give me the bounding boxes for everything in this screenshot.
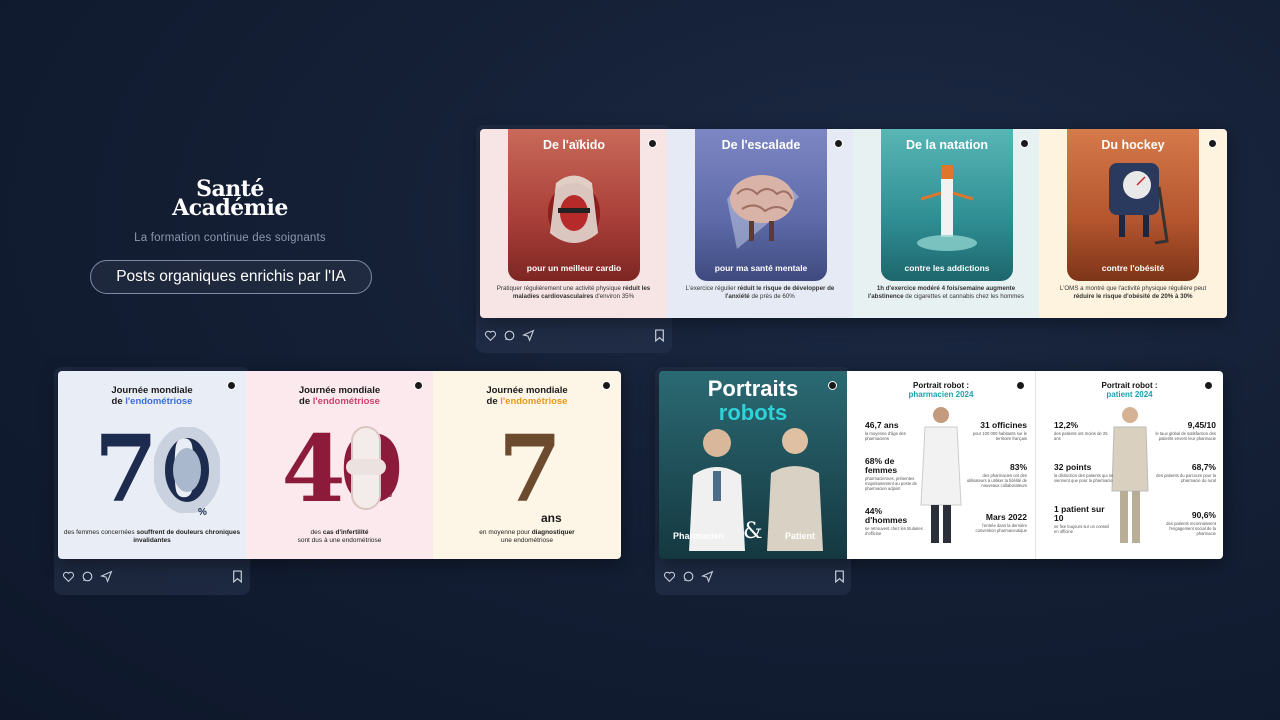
brand-block: Santé Académie La formation continue des…: [100, 178, 360, 244]
post-actions: [62, 570, 113, 583]
slide-hockey: Du hockey contre l'obésité L'OMS a montr…: [1039, 129, 1227, 318]
logo-line-2: Académie: [172, 195, 288, 221]
comment-icon[interactable]: [81, 570, 94, 583]
carousel-sport[interactable]: De l'aïkido pour un meilleur cardio Prat…: [480, 129, 1227, 318]
comment-icon[interactable]: [682, 570, 695, 583]
stat-left-3: 1 patient sur 10 se fixe toujours sur un …: [1054, 504, 1110, 535]
slide-description: des femmes concernées souffrent de doule…: [63, 529, 241, 544]
tagline: La formation continue des soignants: [134, 232, 326, 244]
brand-badge-icon: [1020, 139, 1029, 148]
slide-title: Journée mondiale de l'endométriose: [298, 385, 381, 407]
carousel-endometriosis[interactable]: Journée mondiale de l'endométriose 70 % …: [58, 371, 621, 559]
slide-title: De la natation: [906, 138, 988, 152]
stat-right-2: 68,7% des patients du parcours pour la ph…: [1156, 462, 1216, 484]
slide-subtitle: pour un meilleur cardio: [526, 263, 622, 273]
slide-card: De l'escalade pour ma santé mentale: [695, 129, 827, 281]
stat-right-2: 83% des pharmacies ont des utilisateurs à…: [966, 462, 1027, 489]
share-send-icon[interactable]: [700, 570, 714, 583]
stat-left-3: 44% d'hommes se retrouvent chez les titul…: [865, 506, 923, 537]
slide-natation: De la natation contre les addictions 1h …: [853, 129, 1039, 318]
like-heart-icon[interactable]: [62, 570, 75, 583]
post-actions: [484, 329, 535, 342]
slide-description: L'exercice régulier réduit le risque de …: [685, 285, 835, 300]
brand-badge-icon: [227, 381, 236, 390]
bookmark-icon[interactable]: [654, 329, 665, 343]
big-stat-number: 40: [281, 415, 403, 523]
section-pill: Posts organiques enrichis par l'IA: [90, 260, 372, 294]
slide-portraits-cover: Portraits robots Pharmacien & Patient: [659, 371, 847, 559]
heart-judoka-illustration: [548, 175, 600, 243]
carousel-portraits[interactable]: Portraits robots Pharmacien & Patient Po…: [659, 371, 1223, 559]
share-send-icon[interactable]: [99, 570, 113, 583]
cigarette-swimmer-illustration: [917, 165, 977, 251]
stat-left-1: 12,2% des patients ont moins de 25 ans: [1054, 420, 1108, 442]
slide-card: Du hockey contre l'obésité: [1067, 129, 1199, 281]
brand-badge-icon: [414, 381, 423, 390]
slide-portrait-patient: Portrait robot : patient 2024 12,2% des p…: [1035, 371, 1223, 559]
stat-right-3: 90,6% des patients reconnaissent l'engage…: [1166, 510, 1216, 537]
brand-badge-icon: [828, 381, 837, 390]
stat-unit: %: [384, 489, 393, 499]
post-actions: [663, 570, 714, 583]
slide-title: Portrait robot : patient 2024: [1101, 381, 1158, 399]
comment-icon[interactable]: [503, 329, 516, 342]
slide-title: Du hockey: [1101, 138, 1165, 152]
sanitary-pad-illustration: [346, 426, 386, 510]
slide-title: De l'aïkido: [542, 138, 606, 152]
slide-description: 1h d'exercice modéré 4 fois/semaine augm…: [868, 285, 1024, 300]
slide-endo-7: Journée mondiale de l'endométriose 7 ans…: [433, 371, 621, 559]
like-heart-icon[interactable]: [484, 329, 497, 342]
cover-right-label: Patient: [785, 531, 816, 541]
brain-climber-illustration: [727, 175, 799, 249]
slide-description: des cas d'infertilité sont dus à une endo…: [297, 529, 382, 544]
like-heart-icon[interactable]: [663, 570, 676, 583]
slide-description: en moyenne pour diagnostiquer une endomét…: [479, 529, 575, 544]
scale-hockey-illustration: [1109, 163, 1169, 245]
share-send-icon[interactable]: [521, 329, 535, 342]
slide-title: Portrait robot : pharmacien 2024: [908, 381, 974, 399]
slide-subtitle: pour ma santé mentale: [714, 263, 808, 273]
mri-scanner-illustration: [154, 427, 220, 513]
slide-description: Pratiquer régulièrement une activité phy…: [496, 285, 651, 300]
cover-left-label: Pharmacien: [673, 531, 725, 541]
brand-badge-icon: [1204, 381, 1213, 390]
stat-right-1: 9,45/10 le taux global de satisfaction de…: [1155, 420, 1216, 442]
slide-title: Journée mondiale de l'endométriose: [111, 385, 193, 407]
stat-left-1: 46,7 ans la moyenne d'âge des pharmaciens: [865, 420, 906, 442]
slide-subtitle: contre l'obésité: [1101, 263, 1165, 273]
brand-badge-icon: [602, 381, 611, 390]
brand-badge-icon: [648, 139, 657, 148]
brand-badge-icon: [834, 139, 843, 148]
stat-unit: %: [198, 507, 207, 518]
slide-title: Journée mondiale de l'endométriose: [486, 385, 568, 407]
brand-badge-icon: [1016, 381, 1025, 390]
slide-escalade: De l'escalade pour ma santé mentale L'ex…: [667, 129, 853, 318]
stat-right-3: Mars 2022 l'entrée dans la dernière conve…: [975, 512, 1027, 534]
slide-aikido: De l'aïkido pour un meilleur cardio Prat…: [480, 129, 667, 318]
stat-left-2: 32 points la distinction des patients qui…: [1054, 462, 1114, 484]
stat-right-1: 31 officines pour 100 000 habitants sur l…: [972, 420, 1027, 442]
slide-card: De la natation contre les addictions: [881, 129, 1013, 281]
bookmark-icon[interactable]: [834, 570, 845, 584]
slide-endo-40: Journée mondiale de l'endométriose 40 % …: [246, 371, 433, 559]
cover-ampersand: &: [743, 519, 763, 544]
slide-card: De l'aïkido pour un meilleur cardio: [508, 129, 640, 281]
slide-subtitle: contre les addictions: [904, 263, 990, 273]
logo: Santé Académie: [100, 178, 360, 221]
stat-left-2: 68% de femmes pharmaciennes, présentes ma…: [865, 456, 917, 492]
slide-portrait-pharmacien: Portrait robot : pharmacien 2024 46,7 an…: [847, 371, 1035, 559]
slide-description: L'OMS a montré que l'activité physique r…: [1059, 285, 1207, 300]
brand-badge-icon: [1208, 139, 1217, 148]
slide-endo-70: Journée mondiale de l'endométriose 70 % …: [58, 371, 246, 559]
bookmark-icon[interactable]: [232, 570, 243, 584]
stat-unit: ans: [541, 511, 562, 525]
big-stat-number: 7: [497, 415, 562, 523]
slide-title: De l'escalade: [721, 138, 801, 152]
